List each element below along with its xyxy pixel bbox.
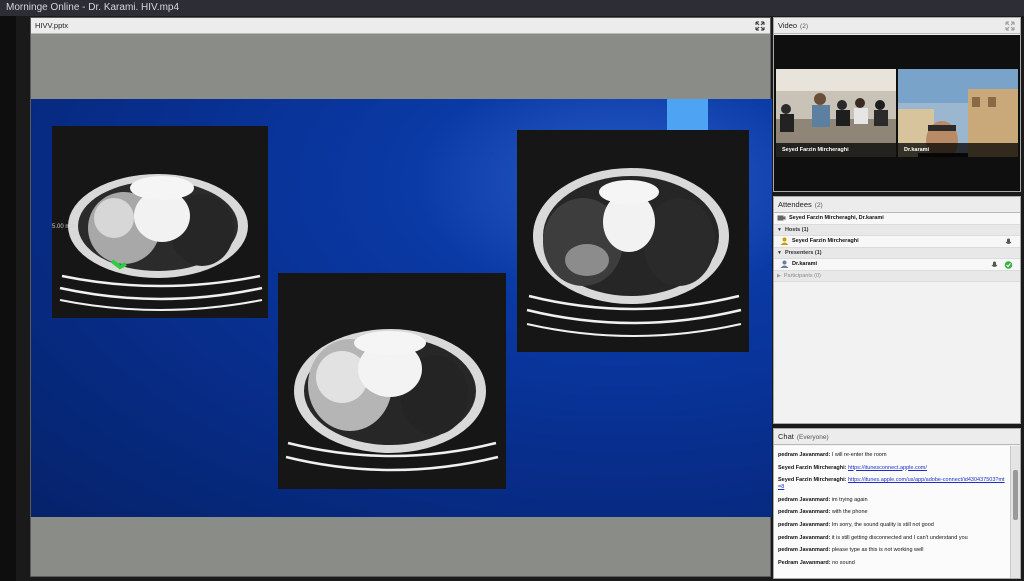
ct-measure-label: 5.00 mm — [52, 224, 76, 230]
chat-pod-header: Chat (Everyone) — [774, 429, 1020, 445]
attendees-pod-title: Attendees — [778, 200, 812, 209]
host-icon — [780, 237, 789, 245]
participants-group-label: Participants (0) — [783, 272, 821, 279]
chat-pod: Chat (Everyone) pedram Javanmard: I will … — [773, 428, 1021, 579]
chat-scrollbar[interactable] — [1010, 446, 1020, 578]
attendees-pod-header: Attendees (2) — [774, 197, 1020, 213]
window-title: Morninge Online - Dr. Karami. HIV.mp4 — [6, 2, 180, 13]
presenters-group-label: Presenters (1) — [784, 249, 822, 256]
chat-pod-title: Chat — [778, 432, 794, 441]
chat-text: I will re-enter the room — [831, 452, 887, 458]
chat-message: Pedram Javanmard: no sound — [778, 560, 1006, 567]
hosts-group-header[interactable]: ▼ Hosts (1) — [774, 224, 1020, 237]
attendees-summary: Seyed Farzin Mircheraghi, Dr.karami — [789, 215, 884, 221]
attendees-pod-count: (2) — [814, 202, 823, 209]
attendee-row-presenter[interactable]: Dr.karami — [774, 259, 1020, 271]
slide-accent-block — [667, 99, 708, 130]
left-edge-strip — [0, 16, 16, 581]
mic-icon — [992, 261, 998, 267]
chat-text: no sound — [832, 559, 855, 566]
expand-icon[interactable] — [755, 21, 765, 31]
expand-triangle-icon[interactable]: ▶ — [777, 271, 781, 283]
expand-icon[interactable] — [1005, 21, 1015, 31]
chat-message: pedram Javanmard: it is still getting di… — [778, 535, 1006, 542]
share-pod: HIVV.pptx 5.00 mm — [30, 17, 772, 577]
chat-sender: Seyed Farzin Mircheraghi: — [778, 464, 847, 471]
chat-message: Seyed Farzin Mircheraghi: https://itunes… — [778, 465, 1006, 472]
chat-text: please type as this is not working well — [831, 547, 924, 554]
participants-group-header[interactable]: ▶ Participants (0) — [774, 270, 1020, 283]
presentation-slide: 5.00 mm — [31, 99, 772, 517]
chat-sender: pedram Javanmard: — [778, 452, 831, 458]
chat-link[interactable]: https://itunesconnect.apple.com/ — [848, 465, 927, 471]
chat-messages: pedram Javanmard: I will re-enter the ro… — [774, 446, 1010, 578]
share-pod-header: HIVV.pptx — [31, 18, 770, 34]
window-title-bar: Morninge Online - Dr. Karami. HIV.mp4 — [0, 0, 1024, 16]
chat-sender: pedram Javanmard: — [778, 521, 831, 528]
collapse-triangle-icon[interactable]: ▼ — [777, 248, 782, 260]
host-name: Seyed Farzin Mircheraghi — [792, 238, 859, 244]
chat-sender: pedram Javanmard: — [778, 496, 831, 503]
chat-message: Seyed Farzin Mircheraghi: https://itunes… — [778, 477, 1006, 491]
video-tile-name-1: Seyed Farzin Mircheraghi — [776, 143, 896, 157]
chat-sender: pedram Javanmard: — [778, 547, 831, 554]
attendee-row-host[interactable]: Seyed Farzin Mircheraghi — [774, 236, 1020, 248]
chat-message: pedram Javanmard: I will re-enter the ro… — [778, 452, 1006, 459]
check-icon — [1004, 260, 1013, 269]
attendees-summary-row: Seyed Farzin Mircheraghi, Dr.karami — [774, 213, 1020, 225]
ct-scan-image-2 — [278, 273, 506, 489]
collapse-triangle-icon[interactable]: ▼ — [777, 225, 782, 237]
chat-scroll-thumb[interactable] — [1013, 470, 1018, 520]
hosts-group-label: Hosts (1) — [784, 226, 809, 233]
ct-scan-image-1: 5.00 mm — [52, 126, 268, 318]
chat-text: im trying again — [831, 496, 868, 503]
chat-message: pedram Javanmard: Im sorry, the sound qu… — [778, 522, 1006, 529]
video-pod-header: Video (2) — [774, 18, 1020, 34]
chat-audience[interactable]: (Everyone) — [797, 434, 829, 441]
chat-sender: Seyed Farzin Mircheraghi: — [778, 477, 847, 484]
video-tile-1[interactable]: Seyed Farzin Mircheraghi — [776, 69, 896, 157]
share-pod-title: HIVV.pptx — [35, 21, 69, 30]
attendees-pod: Attendees (2) Seyed Farzin Mircheraghi, D… — [773, 196, 1021, 424]
chat-text: it is still getting disconnected and I c… — [831, 534, 968, 541]
video-tile-2[interactable]: Dr.karami — [898, 69, 1018, 157]
chat-message: pedram Javanmard: with the phone — [778, 509, 1006, 516]
chat-message: pedram Javanmard: im trying again — [778, 497, 1006, 504]
chat-message: pedram Javanmard: please type as this is… — [778, 547, 1006, 554]
presenters-group-header[interactable]: ▼ Presenters (1) — [774, 247, 1020, 260]
camera-icon — [777, 215, 786, 221]
video-area: Seyed Farzin Mircheraghi Dr.karami — [774, 35, 1020, 191]
video-tile-name-2: Dr.karami — [898, 143, 1018, 157]
chat-text: Im sorry, the sound quality is still not… — [831, 521, 934, 528]
chat-sender: pedram Javanmard: — [778, 509, 831, 516]
user-icon — [780, 260, 789, 268]
video-pod-title: Video — [778, 21, 798, 30]
chat-sender: pedram Javanmard: — [778, 534, 831, 541]
mic-icon — [1005, 238, 1012, 244]
chat-text: with the phone — [831, 509, 868, 516]
video-pod-count: (2) — [800, 23, 808, 30]
video-pod: Video (2) Seyed Farzin Mircheraghi Dr.ka… — [773, 17, 1021, 192]
ct-scan-image-3 — [517, 130, 749, 352]
presenter-name: Dr.karami — [792, 261, 818, 267]
chat-sender: Pedram Javanmard: — [778, 559, 831, 566]
